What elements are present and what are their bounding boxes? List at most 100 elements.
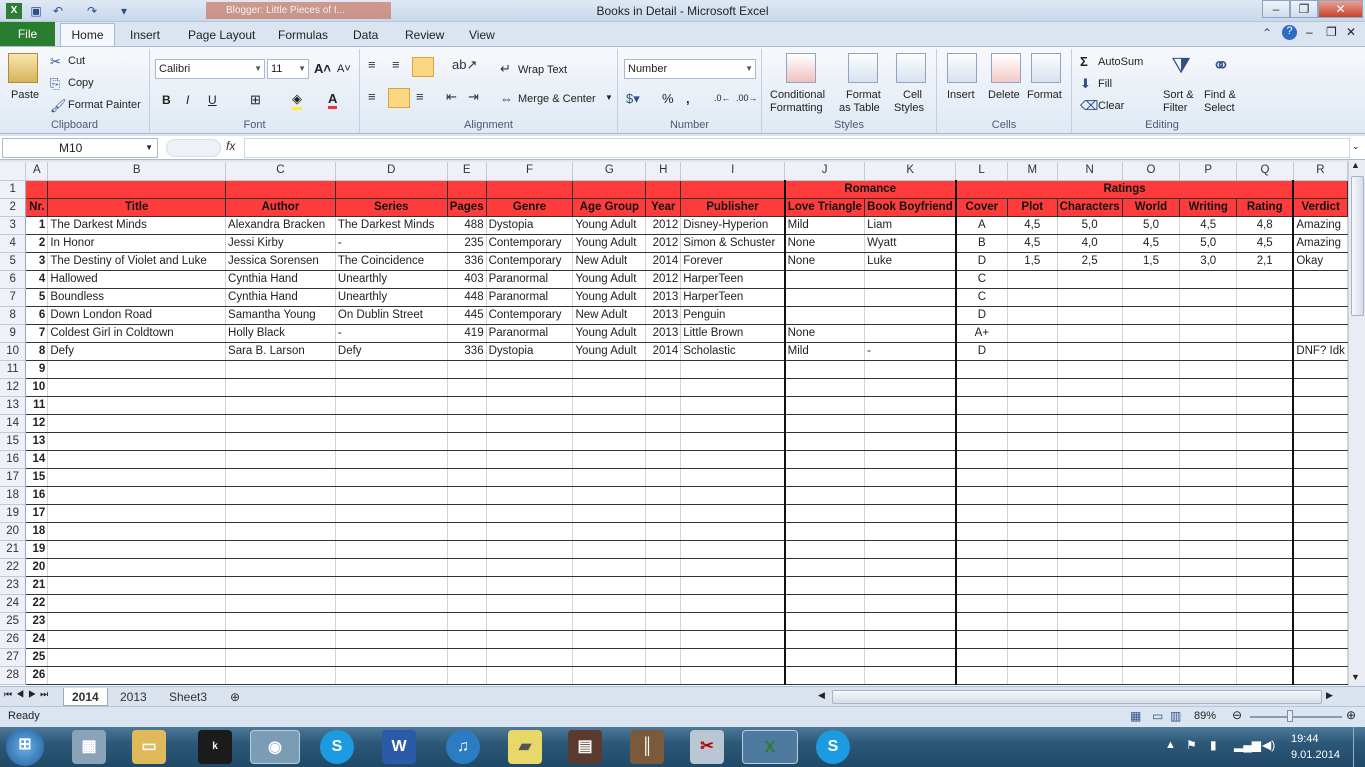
table-cell[interactable]	[955, 432, 1008, 451]
header-cell[interactable]	[225, 180, 336, 199]
skype-taskbar-icon[interactable]: S	[816, 730, 850, 764]
table-cell[interactable]	[1007, 324, 1058, 343]
table-cell[interactable]	[955, 378, 1008, 397]
table-cell[interactable]	[784, 414, 866, 433]
table-cell[interactable]	[680, 504, 786, 523]
table-cell[interactable]	[572, 396, 647, 415]
header-cell[interactable]	[47, 180, 227, 199]
table-cell[interactable]: On Dublin Street	[335, 306, 448, 325]
comma-icon[interactable]: ,	[686, 91, 690, 106]
row-header[interactable]: 19	[0, 504, 27, 523]
sort-filter-button[interactable]: Sort &	[1163, 89, 1194, 101]
table-cell[interactable]	[784, 540, 866, 559]
table-cell[interactable]	[1179, 612, 1238, 631]
borders-icon[interactable]: ⊞	[250, 92, 261, 108]
table-cell[interactable]	[680, 558, 786, 577]
table-cell[interactable]	[486, 486, 574, 505]
tab-view[interactable]: View	[469, 28, 495, 42]
table-cell[interactable]	[784, 648, 866, 667]
table-cell[interactable]: -	[864, 342, 957, 361]
find-select-button[interactable]: Find &	[1204, 89, 1236, 101]
tab-data[interactable]: Data	[353, 28, 378, 42]
table-cell[interactable]: 3,0	[1179, 252, 1238, 271]
table-cell[interactable]	[1057, 378, 1123, 397]
table-cell[interactable]: Sara B. Larson	[225, 342, 336, 361]
table-cell[interactable]	[1236, 360, 1295, 379]
table-cell[interactable]: Young Adult	[572, 288, 647, 307]
table-cell[interactable]	[864, 558, 957, 577]
reader-icon[interactable]: ▤	[568, 730, 602, 764]
table-cell[interactable]: 17	[25, 504, 49, 523]
table-cell[interactable]: 5,0	[1179, 234, 1238, 253]
table-cell[interactable]	[1293, 594, 1348, 613]
sort-filter-label2[interactable]: Filter	[1163, 102, 1187, 114]
table-cell[interactable]: Disney-Hyperion	[680, 216, 786, 235]
table-cell[interactable]: Wyatt	[864, 234, 957, 253]
zoom-out-icon[interactable]: ⊖	[1232, 708, 1242, 722]
network-icon[interactable]: ▂▄▆	[1234, 738, 1261, 752]
table-cell[interactable]	[572, 486, 647, 505]
table-cell[interactable]	[447, 558, 487, 577]
kindle-icon[interactable]: k	[198, 730, 232, 764]
tray-expand-icon[interactable]: ▲	[1165, 739, 1176, 751]
table-cell[interactable]	[1007, 540, 1058, 559]
table-cell[interactable]	[486, 396, 574, 415]
table-cell[interactable]	[784, 666, 866, 685]
table-cell[interactable]	[1007, 666, 1058, 685]
header-cell[interactable]	[486, 180, 574, 199]
font-size-combo[interactable]: 11 ▼	[267, 59, 309, 79]
table-cell[interactable]	[572, 468, 647, 487]
table-cell[interactable]	[486, 612, 574, 631]
worksheet-grid[interactable]: A B C D E F G H I J K L M N O P Q R 1 Romance Ratings 2 Nr. Tit…	[0, 162, 1348, 686]
format-as-table-icon[interactable]	[848, 53, 878, 83]
merge-center-button[interactable]: Merge & Center	[518, 93, 596, 105]
table-cell[interactable]: Contemporary	[486, 234, 574, 253]
font-color-icon[interactable]: A	[328, 91, 338, 109]
table-cell[interactable]	[1179, 288, 1238, 307]
table-cell[interactable]	[955, 450, 1008, 469]
table-cell[interactable]	[1179, 486, 1238, 505]
chrome-icon[interactable]: ◉	[250, 730, 300, 764]
table-cell[interactable]	[1057, 648, 1123, 667]
table-cell[interactable]	[225, 504, 336, 523]
table-cell[interactable]: Coldest Girl in Coldtown	[47, 324, 227, 343]
font-name-combo[interactable]: Calibri ▼	[155, 59, 265, 79]
table-cell[interactable]	[955, 576, 1008, 595]
table-cell[interactable]	[1057, 360, 1123, 379]
table-cell[interactable]	[955, 540, 1008, 559]
table-cell[interactable]: 4,5	[1122, 234, 1181, 253]
workbook-close-icon[interactable]: ✕	[1346, 25, 1356, 39]
table-cell[interactable]	[47, 504, 227, 523]
clear-icon[interactable]: ⌫	[1080, 98, 1098, 114]
table-cell[interactable]	[1179, 378, 1238, 397]
table-cell[interactable]: Jessi Kirby	[225, 234, 336, 253]
table-cell[interactable]	[784, 522, 866, 541]
row-header[interactable]: 4	[0, 234, 27, 253]
format-painter-icon[interactable]: 🖌	[50, 98, 67, 114]
table-cell[interactable]	[447, 504, 487, 523]
column-title[interactable]: Love Triangle	[784, 198, 866, 217]
scroll-up-icon[interactable]: ▲	[1351, 160, 1360, 170]
row-header[interactable]: 9	[0, 324, 27, 343]
table-cell[interactable]: 21	[25, 576, 49, 595]
row-header[interactable]: 22	[0, 558, 27, 577]
column-header[interactable]: K	[864, 162, 957, 181]
row-header[interactable]: 1	[0, 180, 27, 199]
table-cell[interactable]: 235	[447, 234, 487, 253]
header-cell[interactable]	[447, 180, 487, 199]
table-cell[interactable]	[1122, 360, 1181, 379]
table-cell[interactable]: 2014	[645, 342, 682, 361]
table-cell[interactable]	[680, 522, 786, 541]
table-cell[interactable]	[1179, 576, 1238, 595]
table-cell[interactable]	[1122, 270, 1181, 289]
scroll-left-icon[interactable]: ◀	[818, 690, 825, 701]
table-cell[interactable]	[784, 270, 866, 289]
table-cell[interactable]	[1122, 540, 1181, 559]
table-cell[interactable]	[955, 360, 1008, 379]
table-cell[interactable]	[447, 396, 487, 415]
table-cell[interactable]	[1236, 324, 1295, 343]
table-cell[interactable]	[572, 504, 647, 523]
table-cell[interactable]	[1293, 558, 1348, 577]
table-cell[interactable]	[225, 666, 336, 685]
clear-button[interactable]: Clear	[1098, 100, 1124, 112]
